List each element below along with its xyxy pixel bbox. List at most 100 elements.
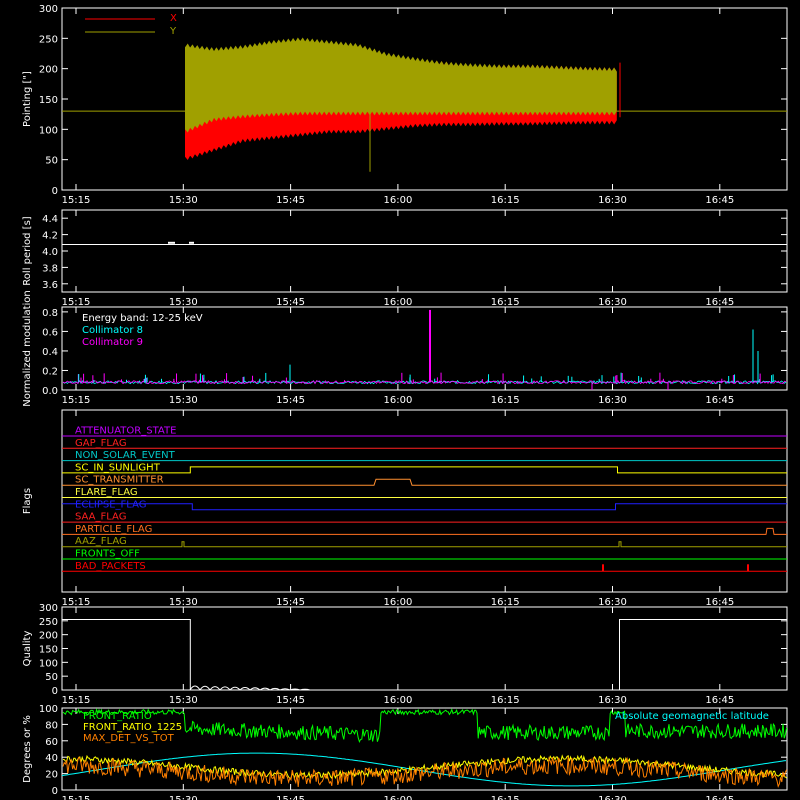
y-tick-label: 0.2 (42, 366, 58, 377)
y-tick-label: 0.6 (42, 327, 58, 338)
x-tick-label: 15:45 (276, 695, 305, 706)
x-tick-label: 15:45 (276, 297, 305, 308)
flag-label: GAP_FLAG (75, 438, 127, 449)
x-tick-label: 16:00 (383, 297, 412, 308)
y-tick-label: 50 (45, 156, 58, 167)
y-tick-label: 250 (39, 617, 58, 628)
summary-plot: 15:15 15:30 15:45 16:00 16:15 16:30 16:45 0 50 10… (0, 0, 800, 800)
x-tick-label: 16:45 (705, 195, 734, 206)
x-tick-label: 15:15 (62, 395, 91, 406)
x-tick-label: 15:15 (62, 795, 91, 800)
annotation: Energy band: 12-25 keV (82, 313, 203, 324)
legend-label: FRONT_RATIO_1225 (83, 722, 182, 733)
x-tick-label: 16:30 (598, 297, 627, 308)
y-tick-label: 0.4 (42, 347, 58, 358)
legend-label: MAX_DET_VS_TOT (83, 733, 175, 744)
x-tick-label: 16:45 (705, 695, 734, 706)
x-tick-label: 16:30 (598, 195, 627, 206)
x-tick-label: 16:15 (491, 597, 520, 608)
x-tick-label: 16:15 (491, 795, 520, 800)
y-tick-label: 3.8 (42, 263, 58, 274)
y-axis-label: Degrees or % (22, 715, 33, 783)
y-tick-label: 0.0 (42, 386, 58, 397)
legend-label: FRONT_RATIO (83, 711, 152, 722)
flag-label: ATTENUATOR_STATE (75, 426, 176, 437)
y-tick-label: 300 (39, 4, 58, 15)
flag-label: FRONTS_OFF (75, 549, 140, 560)
annotation: Collimator 8 (82, 325, 143, 336)
y-tick-label: 250 (39, 34, 58, 45)
y-tick-label: 4.2 (42, 231, 58, 242)
x-tick-label: 15:30 (169, 195, 198, 206)
y-tick-label: 4.4 (42, 214, 58, 225)
y-tick-label: 200 (39, 65, 58, 76)
y-axis-label: Quality (22, 631, 33, 667)
x-tick-label: 15:15 (62, 597, 91, 608)
y-tick-label: 100 (39, 125, 58, 136)
y-tick-label: 0.8 (42, 308, 58, 319)
x-tick-label: 15:15 (62, 695, 91, 706)
y-tick-label: 100 (39, 658, 58, 669)
x-tick-label: 16:00 (383, 695, 412, 706)
y-tick-label: 0 (52, 786, 58, 797)
x-tick-label: 15:30 (169, 597, 198, 608)
x-tick-label: 16:30 (598, 395, 627, 406)
legend-label-X: X (170, 13, 177, 24)
x-tick-label: 15:30 (169, 695, 198, 706)
y-tick-label: 100 (39, 704, 58, 715)
x-tick-label: 16:45 (705, 795, 734, 800)
flag-label: AAZ_FLAG (75, 536, 127, 547)
flag-label: ECLIPSE_FLAG (75, 499, 146, 510)
x-tick-label: 15:30 (169, 795, 198, 800)
x-tick-label: 15:45 (276, 395, 305, 406)
flag-label: FLARE_FLAG (75, 487, 138, 498)
annotation: Collimator 9 (82, 337, 143, 348)
flag-label: NON_SOLAR_EVENT (75, 450, 176, 461)
y-tick-label: 0 (52, 686, 58, 697)
x-tick-label: 15:15 (62, 297, 91, 308)
y-tick-label: 80 (45, 720, 58, 731)
x-tick-label: 16:00 (383, 795, 412, 800)
y-tick-label: 4.0 (42, 247, 58, 258)
x-tick-label: 16:00 (383, 195, 412, 206)
y-axis-label: Normalized modulation (22, 290, 33, 407)
x-tick-label: 16:45 (705, 395, 734, 406)
flag-label: BAD_PACKETS (75, 561, 146, 572)
y-tick-label: 200 (39, 631, 58, 642)
flag-label: SC_IN_SUNLIGHT (75, 462, 161, 473)
y-tick-label: 50 (45, 672, 58, 683)
flag-label: SC_TRANSMITTER (75, 475, 164, 486)
x-tick-label: 15:30 (169, 395, 198, 406)
x-tick-label: 16:45 (705, 597, 734, 608)
x-tick-label: 16:15 (491, 297, 520, 308)
x-tick-label: 16:45 (705, 297, 734, 308)
legend-label-Y: Y (169, 26, 177, 37)
y-tick-label: 20 (45, 770, 58, 781)
y-tick-label: 0 (52, 186, 58, 197)
y-axis-label: Flags (22, 488, 33, 514)
y-tick-label: 300 (39, 603, 58, 614)
annotation: Absolute geomagnetic latitude (615, 711, 769, 722)
x-tick-label: 16:30 (598, 597, 627, 608)
y-tick-label: 40 (45, 753, 58, 764)
flag-label: SAA_FLAG (75, 512, 126, 523)
x-tick-label: 15:45 (276, 597, 305, 608)
y-tick-label: 150 (39, 645, 58, 656)
x-tick-label: 15:15 (62, 195, 91, 206)
x-tick-label: 15:45 (276, 195, 305, 206)
x-tick-label: 16:00 (383, 395, 412, 406)
x-tick-label: 16:15 (491, 695, 520, 706)
x-tick-label: 15:30 (169, 297, 198, 308)
flag-label: PARTICLE_FLAG (75, 524, 152, 535)
y-axis-label: Pointing ["] (22, 71, 33, 127)
x-tick-label: 15:45 (276, 795, 305, 800)
y-tick-label: 150 (39, 95, 58, 106)
y-axis-label: Roll period [s] (22, 216, 33, 285)
y-tick-label: 60 (45, 737, 58, 748)
x-tick-label: 16:15 (491, 195, 520, 206)
x-tick-label: 16:30 (598, 795, 627, 800)
x-tick-label: 16:30 (598, 695, 627, 706)
x-tick-label: 16:00 (383, 597, 412, 608)
x-tick-label: 16:15 (491, 395, 520, 406)
y-tick-label: 3.6 (42, 280, 58, 291)
